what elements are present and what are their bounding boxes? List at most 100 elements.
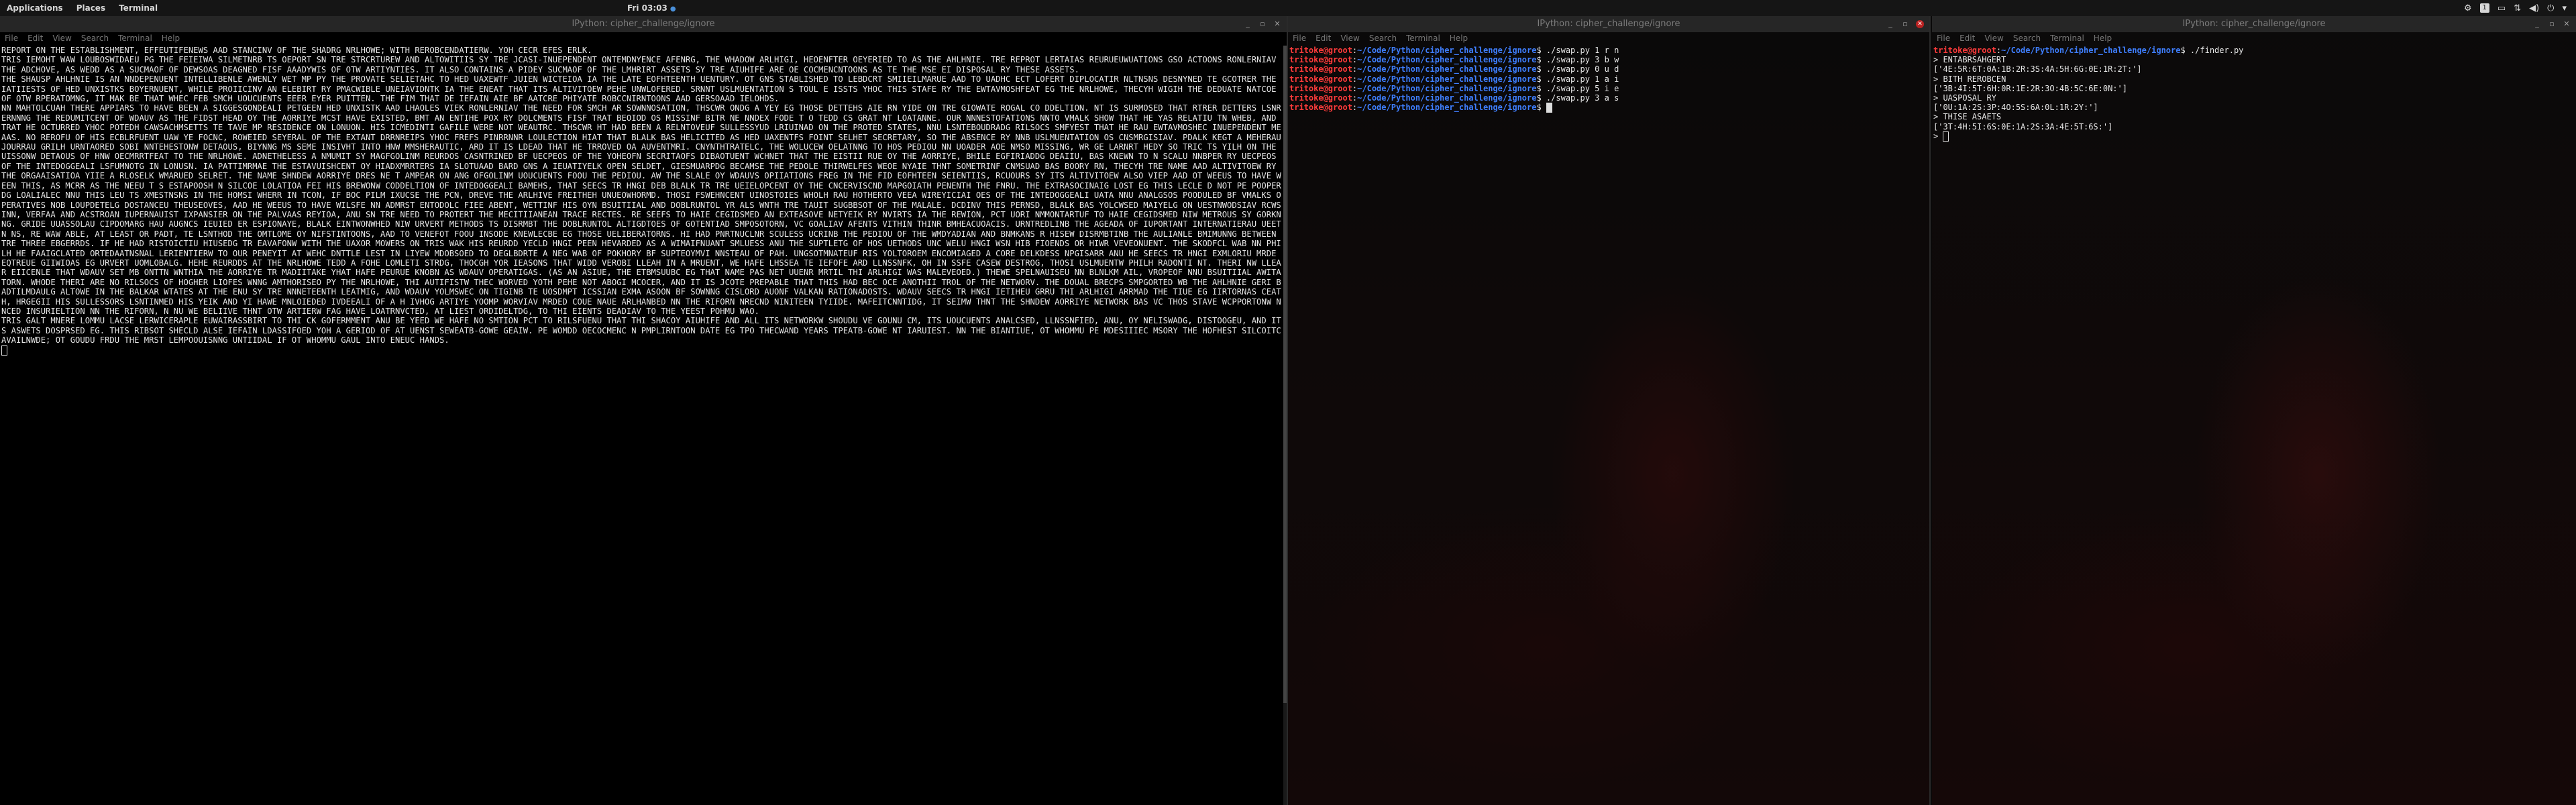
- command-text: ./swap.py 3 a s: [1546, 93, 1619, 103]
- prompt-user: tritoke@groot: [1933, 46, 1996, 55]
- places-menu[interactable]: Places: [70, 0, 112, 16]
- title-bar[interactable]: IPython: cipher_challenge/ignore _ ▫ ✕: [1932, 16, 2576, 32]
- top-panel: Applications Places Terminal Fri 03:03 ● …: [0, 0, 2576, 16]
- menu-help[interactable]: Help: [2089, 32, 2116, 44]
- command-text: ./finder.py: [2190, 46, 2244, 55]
- output-line: ['4E:5R:6T:0A:1B:2R:3S:4A:5H:6G:0E:1R:2T…: [1933, 64, 2142, 74]
- title-bar[interactable]: IPython: cipher_challenge/ignore _ ▫ ✕: [1288, 16, 1929, 32]
- menu-search[interactable]: Search: [76, 32, 113, 44]
- prompt-path: ~/Code/Python/cipher_challenge/ignore: [1357, 83, 1537, 93]
- output-line: ['3B:4I:5T:6H:0R:1E:2R:3O:4B:5C:6E:0N:']: [1933, 83, 2127, 93]
- prompt-path: ~/Code/Python/cipher_challenge/ignore: [1357, 103, 1537, 113]
- command-text: ./swap.py 3 b w: [1546, 55, 1619, 65]
- menu-bar: File Edit View Search Terminal Help: [1288, 32, 1929, 44]
- window-title: IPython: cipher_challenge/ignore: [572, 19, 715, 29]
- terminal-output[interactable]: tritoke@groot:~/Code/Python/cipher_chall…: [1289, 46, 1925, 805]
- prompt-user: tritoke@groot: [1289, 46, 1352, 55]
- close-icon[interactable]: ✕: [1273, 20, 1281, 28]
- window-controls: _ ▫ ✕: [1886, 16, 1924, 32]
- close-icon[interactable]: ✕: [1916, 20, 1924, 28]
- prompt-path: ~/Code/Python/cipher_challenge/ignore: [1357, 55, 1537, 65]
- system-tray: ⚙ 1 ▭ ⇅ ◀) ⏻ ▾: [2464, 0, 2567, 16]
- menu-help[interactable]: Help: [1445, 32, 1472, 44]
- output-line: > THISE ASAETS: [1933, 112, 2002, 122]
- window-title: IPython: cipher_challenge/ignore: [2182, 19, 2326, 29]
- command-line: tritoke@groot:~/Code/Python/cipher_chall…: [1289, 46, 1619, 55]
- menu-view[interactable]: View: [48, 32, 76, 44]
- menu-file[interactable]: File: [1288, 32, 1311, 44]
- minimize-icon[interactable]: _: [1886, 20, 1894, 28]
- workspace-indicator[interactable]: 1: [2479, 3, 2489, 13]
- menu-edit[interactable]: Edit: [1311, 32, 1336, 44]
- maximize-icon[interactable]: ▫: [1258, 20, 1267, 28]
- window-divider[interactable]: [1287, 16, 1288, 805]
- menu-help[interactable]: Help: [157, 32, 184, 44]
- command-line: tritoke@groot:~/Code/Python/cipher_chall…: [1289, 64, 1619, 74]
- prompt-user: tritoke@groot: [1289, 93, 1352, 103]
- maximize-icon[interactable]: ▫: [1901, 20, 1909, 28]
- prompt-path: ~/Code/Python/cipher_challenge/ignore: [1357, 93, 1537, 103]
- command-line: tritoke@groot:~/Code/Python/cipher_chall…: [1289, 93, 1619, 103]
- window-controls: _ ▫ ✕: [2533, 16, 2571, 32]
- chevron-down-icon[interactable]: ▾: [2562, 3, 2567, 13]
- command-text: ./swap.py 1 r n: [1546, 46, 1619, 55]
- window-title: IPython: cipher_challenge/ignore: [1537, 19, 1680, 29]
- text-cursor: [1943, 131, 1949, 142]
- terminal-app-menu[interactable]: Terminal: [112, 0, 164, 16]
- menu-edit[interactable]: Edit: [1955, 32, 1980, 44]
- output-line: ['0U:1A:2S:3P:4O:5S:6A:0L:1R:2Y:']: [1933, 103, 2098, 113]
- window-controls: _ ▫ ✕: [1244, 16, 1281, 32]
- command-text: ./swap.py 5 i e: [1546, 83, 1619, 93]
- prompt-user: tritoke@groot: [1289, 103, 1352, 113]
- menu-file[interactable]: File: [0, 32, 23, 44]
- text-cursor: [1, 345, 7, 356]
- command-text: ./swap.py 1 a i: [1546, 74, 1619, 84]
- output-line: > BITH REROBCEN: [1933, 74, 2006, 84]
- decrypted-text: REPORT ON THE ESTABLISHMENT, EFFEUTIFENE…: [1, 46, 1281, 345]
- menu-edit[interactable]: Edit: [23, 32, 48, 44]
- display-icon[interactable]: ▭: [2498, 3, 2506, 13]
- minimize-icon[interactable]: _: [1244, 20, 1252, 28]
- menu-file[interactable]: File: [1932, 32, 1955, 44]
- menu-terminal[interactable]: Terminal: [113, 32, 157, 44]
- volume-icon[interactable]: ◀): [2529, 3, 2539, 13]
- prompt-path: ~/Code/Python/cipher_challenge/ignore: [1357, 74, 1537, 84]
- menu-view[interactable]: View: [1336, 32, 1364, 44]
- terminal-output[interactable]: REPORT ON THE ESTABLISHMENT, EFFEUTIFENE…: [1, 46, 1283, 805]
- prompt-user: tritoke@groot: [1289, 74, 1352, 84]
- prompt-user: tritoke@groot: [1289, 64, 1352, 74]
- maximize-icon[interactable]: ▫: [2548, 20, 2556, 28]
- command-text: ./swap.py 0 u d: [1546, 64, 1619, 74]
- terminal-window-middle[interactable]: IPython: cipher_challenge/ignore _ ▫ ✕ F…: [1288, 16, 1929, 805]
- menu-bar: File Edit View Search Terminal Help: [0, 32, 1287, 44]
- output-line: >: [1933, 131, 1939, 141]
- clock[interactable]: Fri 03:03 ●: [627, 0, 676, 17]
- output-line: > UASPOSAL RY: [1933, 93, 1996, 103]
- prompt-path: ~/Code/Python/cipher_challenge/ignore: [1357, 46, 1537, 55]
- menu-search[interactable]: Search: [2008, 32, 2045, 44]
- prompt-user: tritoke@groot: [1289, 55, 1352, 65]
- window-divider[interactable]: [1929, 16, 1931, 805]
- terminal-window-left[interactable]: IPython: cipher_challenge/ignore _ ▫ ✕ F…: [0, 16, 1287, 805]
- power-icon[interactable]: ⏻: [2547, 3, 2554, 13]
- prompt-path: ~/Code/Python/cipher_challenge/ignore: [2001, 46, 2181, 55]
- terminal-window-right[interactable]: IPython: cipher_challenge/ignore _ ▫ ✕ F…: [1932, 16, 2576, 805]
- command-line: tritoke@groot:~/Code/Python/cipher_chall…: [1289, 55, 1619, 65]
- menu-view[interactable]: View: [1980, 32, 2008, 44]
- menu-terminal[interactable]: Terminal: [1401, 32, 1445, 44]
- menu-bar: File Edit View Search Terminal Help: [1932, 32, 2576, 44]
- title-bar[interactable]: IPython: cipher_challenge/ignore _ ▫ ✕: [0, 16, 1287, 32]
- minimize-icon[interactable]: _: [2533, 20, 2541, 28]
- close-icon[interactable]: ✕: [2563, 20, 2571, 28]
- applications-menu[interactable]: Applications: [0, 0, 70, 16]
- terminal-output[interactable]: tritoke@groot:~/Code/Python/cipher_chall…: [1933, 46, 2572, 805]
- menu-search[interactable]: Search: [1364, 32, 1401, 44]
- output-line: ['3T:4H:5I:6S:0E:1A:2S:3A:4E:5T:6S:']: [1933, 121, 2113, 131]
- command-line: tritoke@groot:~/Code/Python/cipher_chall…: [1289, 103, 1552, 113]
- command-line: tritoke@groot:~/Code/Python/cipher_chall…: [1289, 74, 1619, 84]
- network-icon[interactable]: ⇅: [2514, 3, 2521, 13]
- prompt-user: tritoke@groot: [1289, 83, 1352, 93]
- menu-terminal[interactable]: Terminal: [2045, 32, 2089, 44]
- command-line: tritoke@groot:~/Code/Python/cipher_chall…: [1289, 83, 1619, 93]
- settings-icon[interactable]: ⚙: [2464, 3, 2472, 13]
